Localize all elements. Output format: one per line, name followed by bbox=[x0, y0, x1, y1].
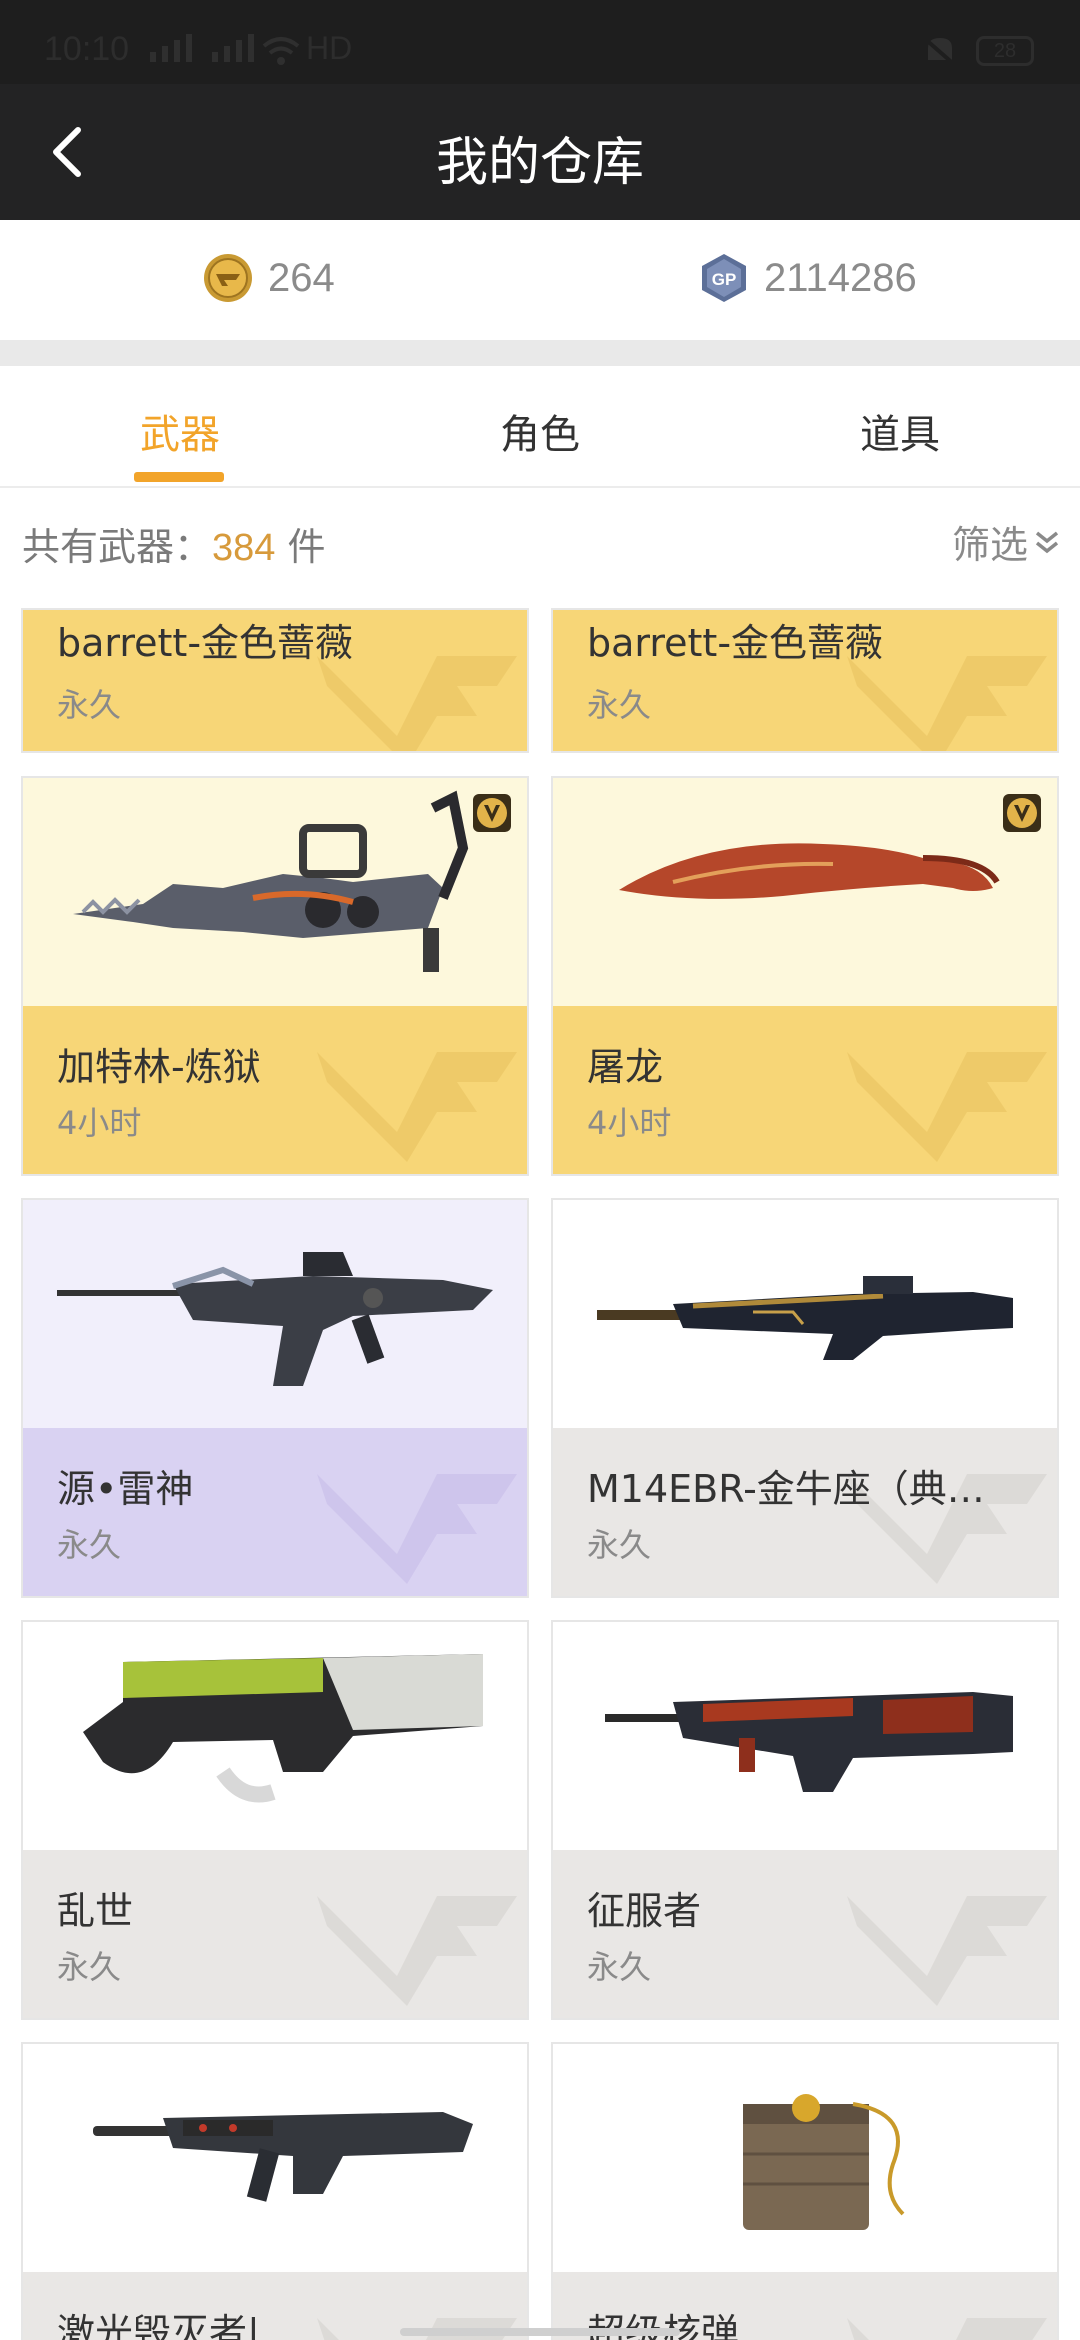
card-info: 加特林-炼狱 4小时 bbox=[23, 1006, 527, 1174]
weapon-duration: 永久 bbox=[57, 1948, 122, 1986]
mute-icon bbox=[922, 36, 958, 68]
weapon-card[interactable]: 加特林-炼狱 4小时 bbox=[21, 776, 529, 1176]
category-tabs: 武器 角色 道具 bbox=[0, 366, 1080, 488]
weapon-count: 共有武器：384 件 bbox=[22, 516, 326, 571]
weapon-card[interactable]: 乱世 永久 bbox=[21, 1620, 529, 2020]
dragon-knife-image bbox=[619, 843, 1000, 899]
weapon-card[interactable]: 超级核弹 永久 bbox=[551, 2042, 1059, 2340]
weapon-card[interactable]: barrett-金色蔷薇 永久 bbox=[551, 608, 1059, 753]
weapon-card[interactable]: M14EBR-金牛座（典… 永久 bbox=[551, 1198, 1059, 1598]
home-indicator[interactable] bbox=[400, 2328, 680, 2336]
weapon-name: 征服者 bbox=[587, 1889, 702, 1933]
p90-image bbox=[83, 1654, 483, 1803]
chevron-double-down-icon bbox=[1035, 531, 1059, 553]
weapon-duration: 4小时 bbox=[57, 1104, 142, 1142]
weapon-name: barrett-金色蔷薇 bbox=[57, 621, 354, 665]
weapon-name: 屠龙 bbox=[587, 1045, 664, 1089]
marksman-rifle-image bbox=[597, 1276, 1013, 1360]
weapon-card[interactable]: 源•雷神 永久 bbox=[21, 1198, 529, 1598]
smg-image bbox=[93, 2112, 473, 2202]
weapon-card[interactable]: 屠龙 4小时 bbox=[551, 776, 1059, 1176]
weapon-image bbox=[23, 778, 527, 1006]
page-title: 我的仓库 bbox=[435, 133, 644, 193]
weapon-image bbox=[23, 1200, 527, 1428]
weapon-card[interactable]: barrett-金色蔷薇 永久 bbox=[21, 608, 529, 753]
battery-level: 28 bbox=[993, 40, 1017, 62]
status-time: 10:10 bbox=[44, 30, 130, 68]
weapon-image bbox=[553, 778, 1057, 1006]
count-unit: 件 bbox=[275, 525, 326, 569]
weapon-duration: 永久 bbox=[587, 1526, 652, 1564]
card-info: 源•雷神 永久 bbox=[23, 1428, 527, 1596]
weapon-image bbox=[23, 2044, 527, 2272]
signal-icon bbox=[150, 34, 254, 62]
weapon-duration: 永久 bbox=[587, 686, 652, 724]
count-number: 384 bbox=[212, 527, 276, 569]
active-tab-indicator bbox=[134, 472, 224, 482]
tab-items[interactable]: 道具 bbox=[720, 402, 1080, 460]
weapon-name: 乱世 bbox=[57, 1889, 134, 1933]
weapon-card[interactable]: 激光毁灭者| 永久 bbox=[21, 2042, 529, 2340]
cf-coin-balance: 264 bbox=[202, 252, 335, 304]
gp-coin-balance: GP 2114286 bbox=[698, 252, 917, 304]
filter-button[interactable]: 筛选 bbox=[952, 514, 1060, 569]
weapon-duration: 4小时 bbox=[587, 1104, 672, 1142]
app-header: 我的仓库 bbox=[0, 84, 1080, 220]
card-info: 屠龙 4小时 bbox=[553, 1006, 1057, 1174]
card-info: barrett-金色蔷薇 永久 bbox=[23, 610, 527, 751]
shotgun-image bbox=[605, 1692, 1013, 1792]
vip-badge-icon bbox=[1003, 794, 1041, 832]
card-info: 征服者 永久 bbox=[553, 1850, 1057, 2018]
tab-characters[interactable]: 角色 bbox=[360, 402, 720, 460]
status-bar: 10:10 HD 28 bbox=[0, 0, 1080, 84]
rifle-image bbox=[57, 1252, 493, 1386]
count-row: 共有武器：384 件 筛选 bbox=[0, 490, 1080, 590]
battery-icon: 28 bbox=[976, 36, 1034, 66]
weapon-image bbox=[23, 1622, 527, 1850]
gp-coin-icon: GP bbox=[702, 254, 746, 302]
weapon-name: 加特林-炼狱 bbox=[57, 1045, 261, 1089]
weapon-duration: 永久 bbox=[587, 1948, 652, 1986]
weapon-duration: 永久 bbox=[57, 686, 122, 724]
network-label: HD bbox=[306, 30, 353, 66]
cf-coin-value: 264 bbox=[268, 255, 335, 300]
weapon-name: 源•雷神 bbox=[57, 1467, 194, 1511]
filter-label: 筛选 bbox=[951, 523, 1028, 567]
card-info: barrett-金色蔷薇 永久 bbox=[553, 610, 1057, 751]
screen: 10:10 HD 28 我的仓库 264 GP 2114286 武器 角色 道具… bbox=[0, 0, 1080, 2340]
gp-coin-value: 2114286 bbox=[764, 255, 917, 300]
vip-badge-icon bbox=[473, 794, 511, 832]
currency-bar: 264 GP 2114286 bbox=[0, 220, 1080, 340]
count-label: 共有武器： bbox=[22, 525, 213, 569]
card-info: 乱世 永久 bbox=[23, 1850, 527, 2018]
gatling-gun-image bbox=[73, 790, 469, 972]
svg-text:GP: GP bbox=[712, 270, 737, 289]
weapon-card[interactable]: 征服者 永久 bbox=[551, 1620, 1059, 2020]
weapon-image bbox=[553, 1200, 1057, 1428]
nuke-box-image bbox=[743, 2094, 905, 2230]
weapon-duration: 永久 bbox=[57, 1526, 122, 1564]
section-divider bbox=[0, 340, 1080, 366]
weapon-image bbox=[553, 1622, 1057, 1850]
tab-weapons[interactable]: 武器 bbox=[0, 402, 360, 460]
weapon-name: M14EBR-金牛座（典… bbox=[587, 1467, 985, 1511]
wifi-icon bbox=[262, 37, 300, 65]
weapon-name: barrett-金色蔷薇 bbox=[587, 621, 884, 665]
weapon-image bbox=[553, 2044, 1057, 2272]
cf-coin-icon bbox=[204, 254, 252, 302]
card-info: M14EBR-金牛座（典… 永久 bbox=[553, 1428, 1057, 1596]
